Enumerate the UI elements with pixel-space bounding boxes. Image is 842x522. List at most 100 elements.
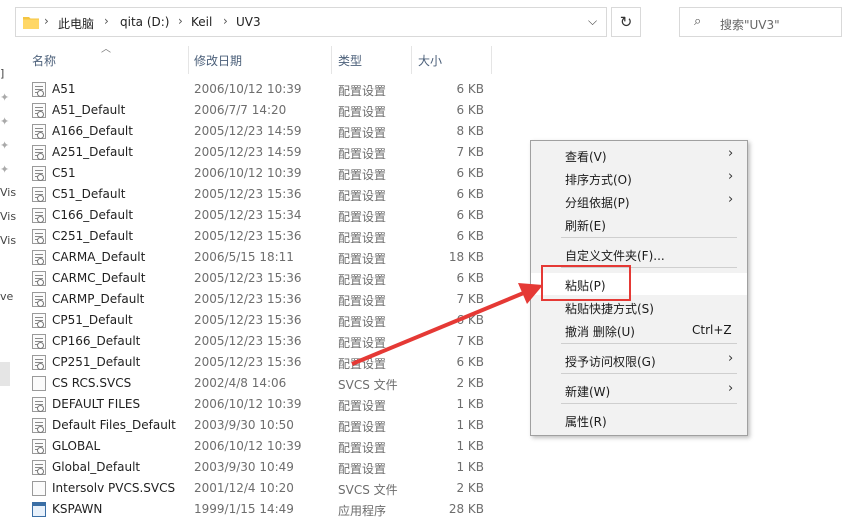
file-modified-date: 2003/9/30 10:49 <box>194 460 294 474</box>
config-file-icon <box>32 145 46 160</box>
file-size: 6 KB <box>456 166 484 180</box>
file-row[interactable]: Default Files_Default 2003/9/30 10:50 配置设置… <box>24 415 494 436</box>
file-type: 配置设置 <box>338 168 387 182</box>
config-file-icon <box>32 292 46 307</box>
breadcrumb-separator: › <box>44 14 49 28</box>
nav-selected-item[interactable] <box>0 362 10 386</box>
menu-item-give-access[interactable]: 授予访问权限(G) › <box>531 349 747 371</box>
menu-item-view[interactable]: 查看(V) › <box>531 144 747 166</box>
file-modified-date: 2006/10/12 10:39 <box>194 439 302 453</box>
menu-item-refresh[interactable]: 刷新(E) <box>531 213 747 235</box>
menu-item-label: 排序方式(O) <box>565 173 632 187</box>
file-type: 配置设置 <box>338 84 387 98</box>
column-divider[interactable] <box>188 46 189 74</box>
config-file-icon <box>32 124 46 139</box>
file-row[interactable]: CS RCS.SVCS 2002/4/8 14:06 SVCS 文件 2 KB <box>24 373 494 394</box>
menu-item-label: 新建(W) <box>565 385 611 399</box>
file-modified-date: 2005/12/23 15:36 <box>194 334 302 348</box>
menu-item-undo-delete[interactable]: 撤消 删除(U) Ctrl+Z <box>531 319 747 341</box>
file-modified-date: 2005/12/23 15:34 <box>194 208 302 222</box>
file-type: 配置设置 <box>338 126 387 140</box>
menu-item-sort-by[interactable]: 排序方式(O) › <box>531 167 747 189</box>
pin-icon: ✦ <box>0 115 10 128</box>
config-file-icon <box>32 334 46 349</box>
file-row[interactable]: C166_Default 2005/12/23 15:34 配置设置 6 KB <box>24 205 494 226</box>
file-row[interactable]: CP51_Default 2005/12/23 15:36 配置设置 6 KB <box>24 310 494 331</box>
file-row[interactable]: A51_Default 2006/7/7 14:20 配置设置 6 KB <box>24 100 494 121</box>
column-header-name[interactable]: 名称 <box>32 52 56 69</box>
chevron-down-icon[interactable]: ⌵ <box>588 14 597 29</box>
config-file-icon <box>32 166 46 181</box>
config-file-icon <box>32 82 46 97</box>
file-name: CP166_Default <box>52 334 141 348</box>
column-header-type[interactable]: 类型 <box>338 52 362 69</box>
menu-item-label: 属性(R) <box>565 415 607 429</box>
file-name: CARMP_Default <box>52 292 145 306</box>
address-bar[interactable]: › 此电脑 › qita (D:) › Keil › UV3 ⌵ <box>15 7 607 37</box>
menu-item-label: 撤消 删除(U) <box>565 325 635 339</box>
search-box[interactable]: ⌕ 搜索"UV3" <box>679 7 842 37</box>
column-divider[interactable] <box>411 46 412 74</box>
file-row[interactable]: C51 2006/10/12 10:39 配置设置 6 KB <box>24 163 494 184</box>
nav-fragment: ] <box>0 67 5 80</box>
file-size: 6 KB <box>456 82 484 96</box>
column-divider[interactable] <box>491 46 492 74</box>
file-row[interactable]: C251_Default 2005/12/23 15:36 配置设置 6 KB <box>24 226 494 247</box>
file-row[interactable]: Global_Default 2003/9/30 10:49 配置设置 1 KB <box>24 457 494 478</box>
menu-item-label: 自定义文件夹(F)... <box>565 249 665 263</box>
file-row[interactable]: KSPAWN 1999/1/15 14:49 应用程序 28 KB <box>24 499 494 520</box>
file-size: 1 KB <box>456 397 484 411</box>
pin-icon: ✦ <box>0 139 10 152</box>
file-type: 应用程序 <box>338 504 387 518</box>
file-row[interactable]: CARMA_Default 2006/5/15 18:11 配置设置 18 KB <box>24 247 494 268</box>
nav-fragment[interactable]: Vis <box>0 186 16 199</box>
file-type: 配置设置 <box>338 210 387 224</box>
breadcrumb-uv3[interactable]: UV3 <box>236 15 261 29</box>
breadcrumb-this-pc[interactable]: 此电脑 <box>58 15 94 32</box>
refresh-button[interactable]: ↻ <box>611 7 641 37</box>
file-type: 配置设置 <box>338 189 387 203</box>
refresh-icon: ↻ <box>619 13 633 31</box>
app-icon <box>32 502 46 517</box>
file-row[interactable]: DEFAULT FILES 2006/10/12 10:39 配置设置 1 KB <box>24 394 494 415</box>
breadcrumb-drive-d[interactable]: qita (D:) <box>120 15 169 29</box>
file-modified-date: 2002/4/8 14:06 <box>194 376 287 390</box>
file-row[interactable]: A251_Default 2005/12/23 14:59 配置设置 7 KB <box>24 142 494 163</box>
file-name: CP251_Default <box>52 355 141 369</box>
file-row[interactable]: CARMC_Default 2005/12/23 15:36 配置设置 6 KB <box>24 268 494 289</box>
file-row[interactable]: CP251_Default 2005/12/23 15:36 配置设置 6 KB <box>24 352 494 373</box>
nav-fragment[interactable]: Vis <box>0 234 16 247</box>
file-type: 配置设置 <box>338 336 387 350</box>
file-name: Default Files_Default <box>52 418 176 432</box>
config-file-icon <box>32 187 46 202</box>
file-row[interactable]: A166_Default 2005/12/23 14:59 配置设置 8 KB <box>24 121 494 142</box>
menu-separator <box>561 343 737 344</box>
file-row[interactable]: CARMP_Default 2005/12/23 15:36 配置设置 7 KB <box>24 289 494 310</box>
chevron-right-icon: › <box>728 169 734 184</box>
menu-item-group-by[interactable]: 分组依据(P) › <box>531 190 747 212</box>
menu-item-properties[interactable]: 属性(R) <box>531 409 747 431</box>
config-file-icon <box>32 418 46 433</box>
file-type: 配置设置 <box>338 147 387 161</box>
file-name: CARMA_Default <box>52 250 146 264</box>
file-row[interactable]: C51_Default 2005/12/23 15:36 配置设置 6 KB <box>24 184 494 205</box>
file-row[interactable]: CP166_Default 2005/12/23 15:36 配置设置 7 KB <box>24 331 494 352</box>
menu-item-customize-folder[interactable]: 自定义文件夹(F)... <box>531 243 747 265</box>
menu-item-new[interactable]: 新建(W) › <box>531 379 747 401</box>
column-header-date[interactable]: 修改日期 <box>194 52 242 69</box>
breadcrumb-keil[interactable]: Keil <box>191 15 212 29</box>
column-divider[interactable] <box>331 46 332 74</box>
file-name: C251_Default <box>52 229 134 243</box>
file-row[interactable]: Intersolv PVCS.SVCS 2001/12/4 10:20 SVCS 文… <box>24 478 494 499</box>
config-file-icon <box>32 229 46 244</box>
nav-fragment[interactable]: ve <box>0 290 13 303</box>
file-row[interactable]: A51 2006/10/12 10:39 配置设置 6 KB <box>24 79 494 100</box>
file-name: Intersolv PVCS.SVCS <box>52 481 176 495</box>
menu-item-label: 粘贴快捷方式(S) <box>565 302 654 316</box>
file-row[interactable]: GLOBAL 2006/10/12 10:39 配置设置 1 KB <box>24 436 494 457</box>
annotation-highlight-box <box>541 265 631 301</box>
nav-fragment[interactable]: Vis <box>0 210 16 223</box>
column-header-size[interactable]: 大小 <box>418 52 442 69</box>
sort-ascending-icon: ︿ <box>101 44 111 55</box>
file-modified-date: 2006/5/15 18:11 <box>194 250 294 264</box>
